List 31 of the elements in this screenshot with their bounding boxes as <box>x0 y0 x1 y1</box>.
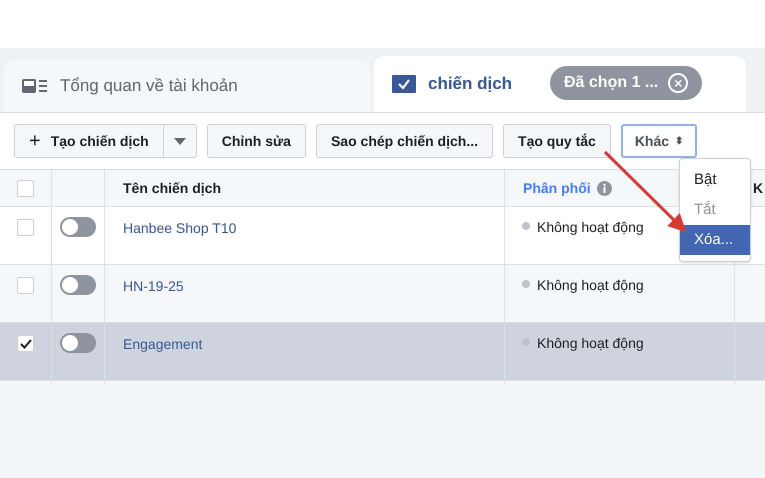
campaign-link[interactable]: Hanbee Shop T10 <box>123 220 236 236</box>
sort-caret-icon: ⬍ <box>675 134 684 148</box>
table-row[interactable]: Engagement Không hoạt động <box>0 323 765 381</box>
caret-icon <box>174 138 186 144</box>
row-checkbox[interactable] <box>17 219 34 236</box>
row-checkbox[interactable] <box>17 335 34 352</box>
table-row[interactable]: HN-19-25 Không hoạt động <box>0 265 765 323</box>
checkbox-folder-icon <box>392 75 416 93</box>
menu-item[interactable]: Xóa... <box>680 225 750 255</box>
toolbar-button[interactable]: Sao chép chiến dịch... <box>316 124 494 158</box>
column-header[interactable]: Tên chiến dịch <box>123 178 222 198</box>
toggle-switch[interactable] <box>60 217 96 237</box>
menu-item[interactable]: Bật <box>680 165 750 195</box>
delivery-status: Không hoạt động <box>537 218 644 237</box>
plus-icon: + <box>29 126 41 156</box>
campaign-link[interactable]: HN-19-25 <box>123 278 184 294</box>
more-button[interactable]: Khác ⬍ <box>620 124 698 158</box>
delivery-status: Không hoạt động <box>537 334 644 353</box>
info-icon <box>596 180 612 196</box>
column-header[interactable]: K <box>753 178 764 198</box>
row-checkbox[interactable] <box>17 277 34 294</box>
toggle-switch[interactable] <box>60 333 96 353</box>
toolbar-button[interactable]: Tạo quy tắc <box>503 124 611 158</box>
tab[interactable]: Tổng quan về tài khoản <box>4 60 370 112</box>
delivery-status: Không hoạt động <box>537 276 644 295</box>
overview-icon <box>22 78 48 94</box>
toggle-switch[interactable] <box>60 275 96 295</box>
toolbar-button[interactable]: Chỉnh sửa <box>206 124 306 158</box>
select-all-checkbox[interactable] <box>17 180 34 196</box>
create-campaign-button[interactable]: + Tạo chiến dịch <box>15 125 164 157</box>
campaign-link[interactable]: Engagement <box>123 336 202 352</box>
